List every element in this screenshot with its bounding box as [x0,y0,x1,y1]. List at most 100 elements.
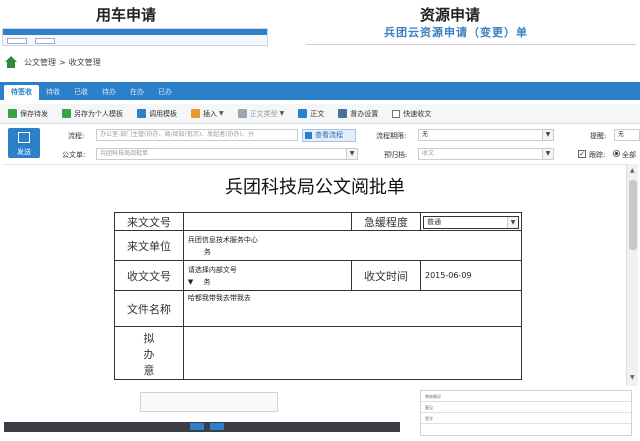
body-button[interactable]: 正文 [298,109,324,119]
send-button[interactable]: 发送 [8,128,40,158]
header-right-title: 资源申请 [420,6,481,24]
resource-request-subtitle: 兵团云资源申请（变更）单 [384,26,528,39]
archive-select[interactable]: 收文 ▼ [418,148,554,160]
quick-receive-label: 快速收文 [403,109,432,118]
tab-todo[interactable]: 待办 [95,85,123,100]
home-icon[interactable] [4,55,18,69]
use-template-label: 调用模板 [149,109,177,118]
incoming-no-field[interactable] [182,212,353,231]
insert-button[interactable]: 插入 ▼ [191,109,224,119]
doc-type-icon [237,109,247,118]
file-name-label: 文件名称 [114,290,184,327]
tab-in-progress[interactable]: 在办 [123,85,151,100]
divider [306,44,636,45]
flow-input[interactable]: 办公室-部门主管(协办、阅/阅知(批示)、发起者(协办)、分 [96,129,298,141]
bottom-button[interactable] [190,423,204,430]
save-as-template-label: 另存为个人模板 [74,109,123,118]
file-name-value: 哈都我带我去带我去 [187,294,251,302]
quick-receive-checkbox[interactable]: 快速收文 [392,109,431,119]
urgency-cell: 普通 ▼ [420,212,522,231]
remind-value: 无 [618,131,625,138]
receive-time-field[interactable]: 2015-06-09 [420,260,522,291]
resource-row: 意见 [421,402,631,413]
chevron-down-icon: ▼ [542,130,553,140]
draft-opinion-label: 拟 办 意 [114,326,184,380]
tab-pending-receive[interactable]: 待收 [39,85,67,100]
receive-no-field[interactable]: 请选择内部文号 ▼ 务 [182,260,353,291]
header-left-title: 用车申请 [96,6,157,24]
draft-opinion-field[interactable] [182,326,523,380]
breadcrumb-item[interactable]: 收文管理 [69,57,101,68]
save-as-template-button[interactable]: 另存为个人模板 [62,109,123,119]
tab-received[interactable]: 已收 [67,85,95,100]
approval-form-table: 来文文号 急缓程度 普通 ▼ 来文单位 兵团信息技术服务中心 务 收文文号 请选… [114,212,523,380]
resource-form-preview: 审核情况 意见 签字 [420,390,632,436]
chevron-down-icon: ▼ [279,110,285,117]
track-checkbox[interactable]: ✓ [578,150,586,158]
incoming-no-label: 来文文号 [114,212,184,231]
flow-deadline-value: 无 [422,131,429,138]
remind-label: 提醒: [590,132,607,140]
archive-value: 收文 [422,150,435,157]
car-request-thumbnail [2,28,268,46]
supervise-settings-label: 督办设置 [350,109,379,118]
screenshot-root: 用车申请 资源申请 兵团云资源申请（变更）单 公文管理 > 收文管理 待签收 待… [0,0,640,441]
body-label: 正文 [310,109,325,118]
draft-char: 拟 [143,332,155,345]
receive-no-value: 请选择内部文号 [187,265,237,274]
all-radio[interactable] [613,150,620,157]
remind-select[interactable]: 无 [614,129,640,141]
incoming-unit-mark: 务 [203,247,211,256]
receive-no-dropdown[interactable]: ▼ 务 [184,277,351,289]
insert-label: 插入 [203,109,217,118]
gear-icon [338,109,348,118]
scrollbar-thumb[interactable] [629,180,637,250]
flow-label: 流程: [68,132,85,140]
receive-time-label: 收文时间 [351,260,421,291]
send-label: 发送 [17,148,31,156]
pencil-icon [191,109,200,118]
tab-done[interactable]: 已办 [151,85,179,100]
draft-char: 意 [143,364,155,377]
view-flow-button[interactable]: 查看流程 [302,129,356,142]
save-pending-label: 保存待发 [20,109,48,118]
view-flow-label: 查看流程 [315,131,343,139]
bottom-button[interactable] [210,423,224,430]
track-label: 跟踪: [589,151,606,159]
template-save-icon [62,109,71,118]
supervise-settings-button[interactable]: 督办设置 [338,109,378,119]
doc-form-select[interactable]: 兵团科技局阅批单 ▼ [96,148,358,160]
breadcrumb-separator: > [59,57,66,67]
scroll-down-icon[interactable]: ▼ [630,374,635,381]
checkbox-icon [392,109,401,118]
draft-char: 办 [143,348,155,361]
send-icon [18,132,30,143]
breadcrumb-item[interactable]: 公文管理 [24,57,56,68]
flow-deadline-label: 流程期限: [376,132,407,140]
flow-deadline-select[interactable]: 无 ▼ [418,129,554,141]
incoming-unit-field[interactable]: 兵团信息技术服务中心 务 [182,230,523,261]
chevron-down-icon: ▼ [187,277,196,286]
tab-pending-sign[interactable]: 待签收 [4,85,39,100]
document-title: 兵团科技局公文阅批单 [225,177,405,198]
chevron-down-icon: ▼ [507,217,518,228]
receive-no-mark: 务 [203,277,211,286]
save-icon [8,109,17,118]
chevron-down-icon: ▼ [346,149,357,159]
save-pending-button[interactable]: 保存待发 [8,109,48,119]
incoming-unit-label: 来文单位 [114,230,184,261]
vertical-scrollbar[interactable]: ▲ ▼ [626,164,638,386]
doc-type-button[interactable]: 正文类型 ▼ [237,109,285,119]
toolbar: 保存待发 另存为个人模板 调用模板 插入 ▼ 正文类型 ▼ 正文 督办设置 快速… [0,104,640,124]
resource-row: 审核情况 [421,391,631,402]
tab-bar: 待签收 待收 已收 待办 在办 已办 [0,82,640,100]
receive-time-value: 2015-06-09 [425,271,472,280]
use-template-button[interactable]: 调用模板 [137,109,177,119]
file-name-field[interactable]: 哈都我带我去带我去 [182,290,523,327]
breadcrumb: 公文管理 > 收文管理 [4,52,640,72]
comment-box[interactable] [140,392,278,412]
resource-row: 签字 [421,413,631,424]
all-label: 全部 [622,151,636,159]
urgency-select[interactable]: 普通 ▼ [423,216,519,229]
scroll-up-icon[interactable]: ▲ [630,167,635,174]
